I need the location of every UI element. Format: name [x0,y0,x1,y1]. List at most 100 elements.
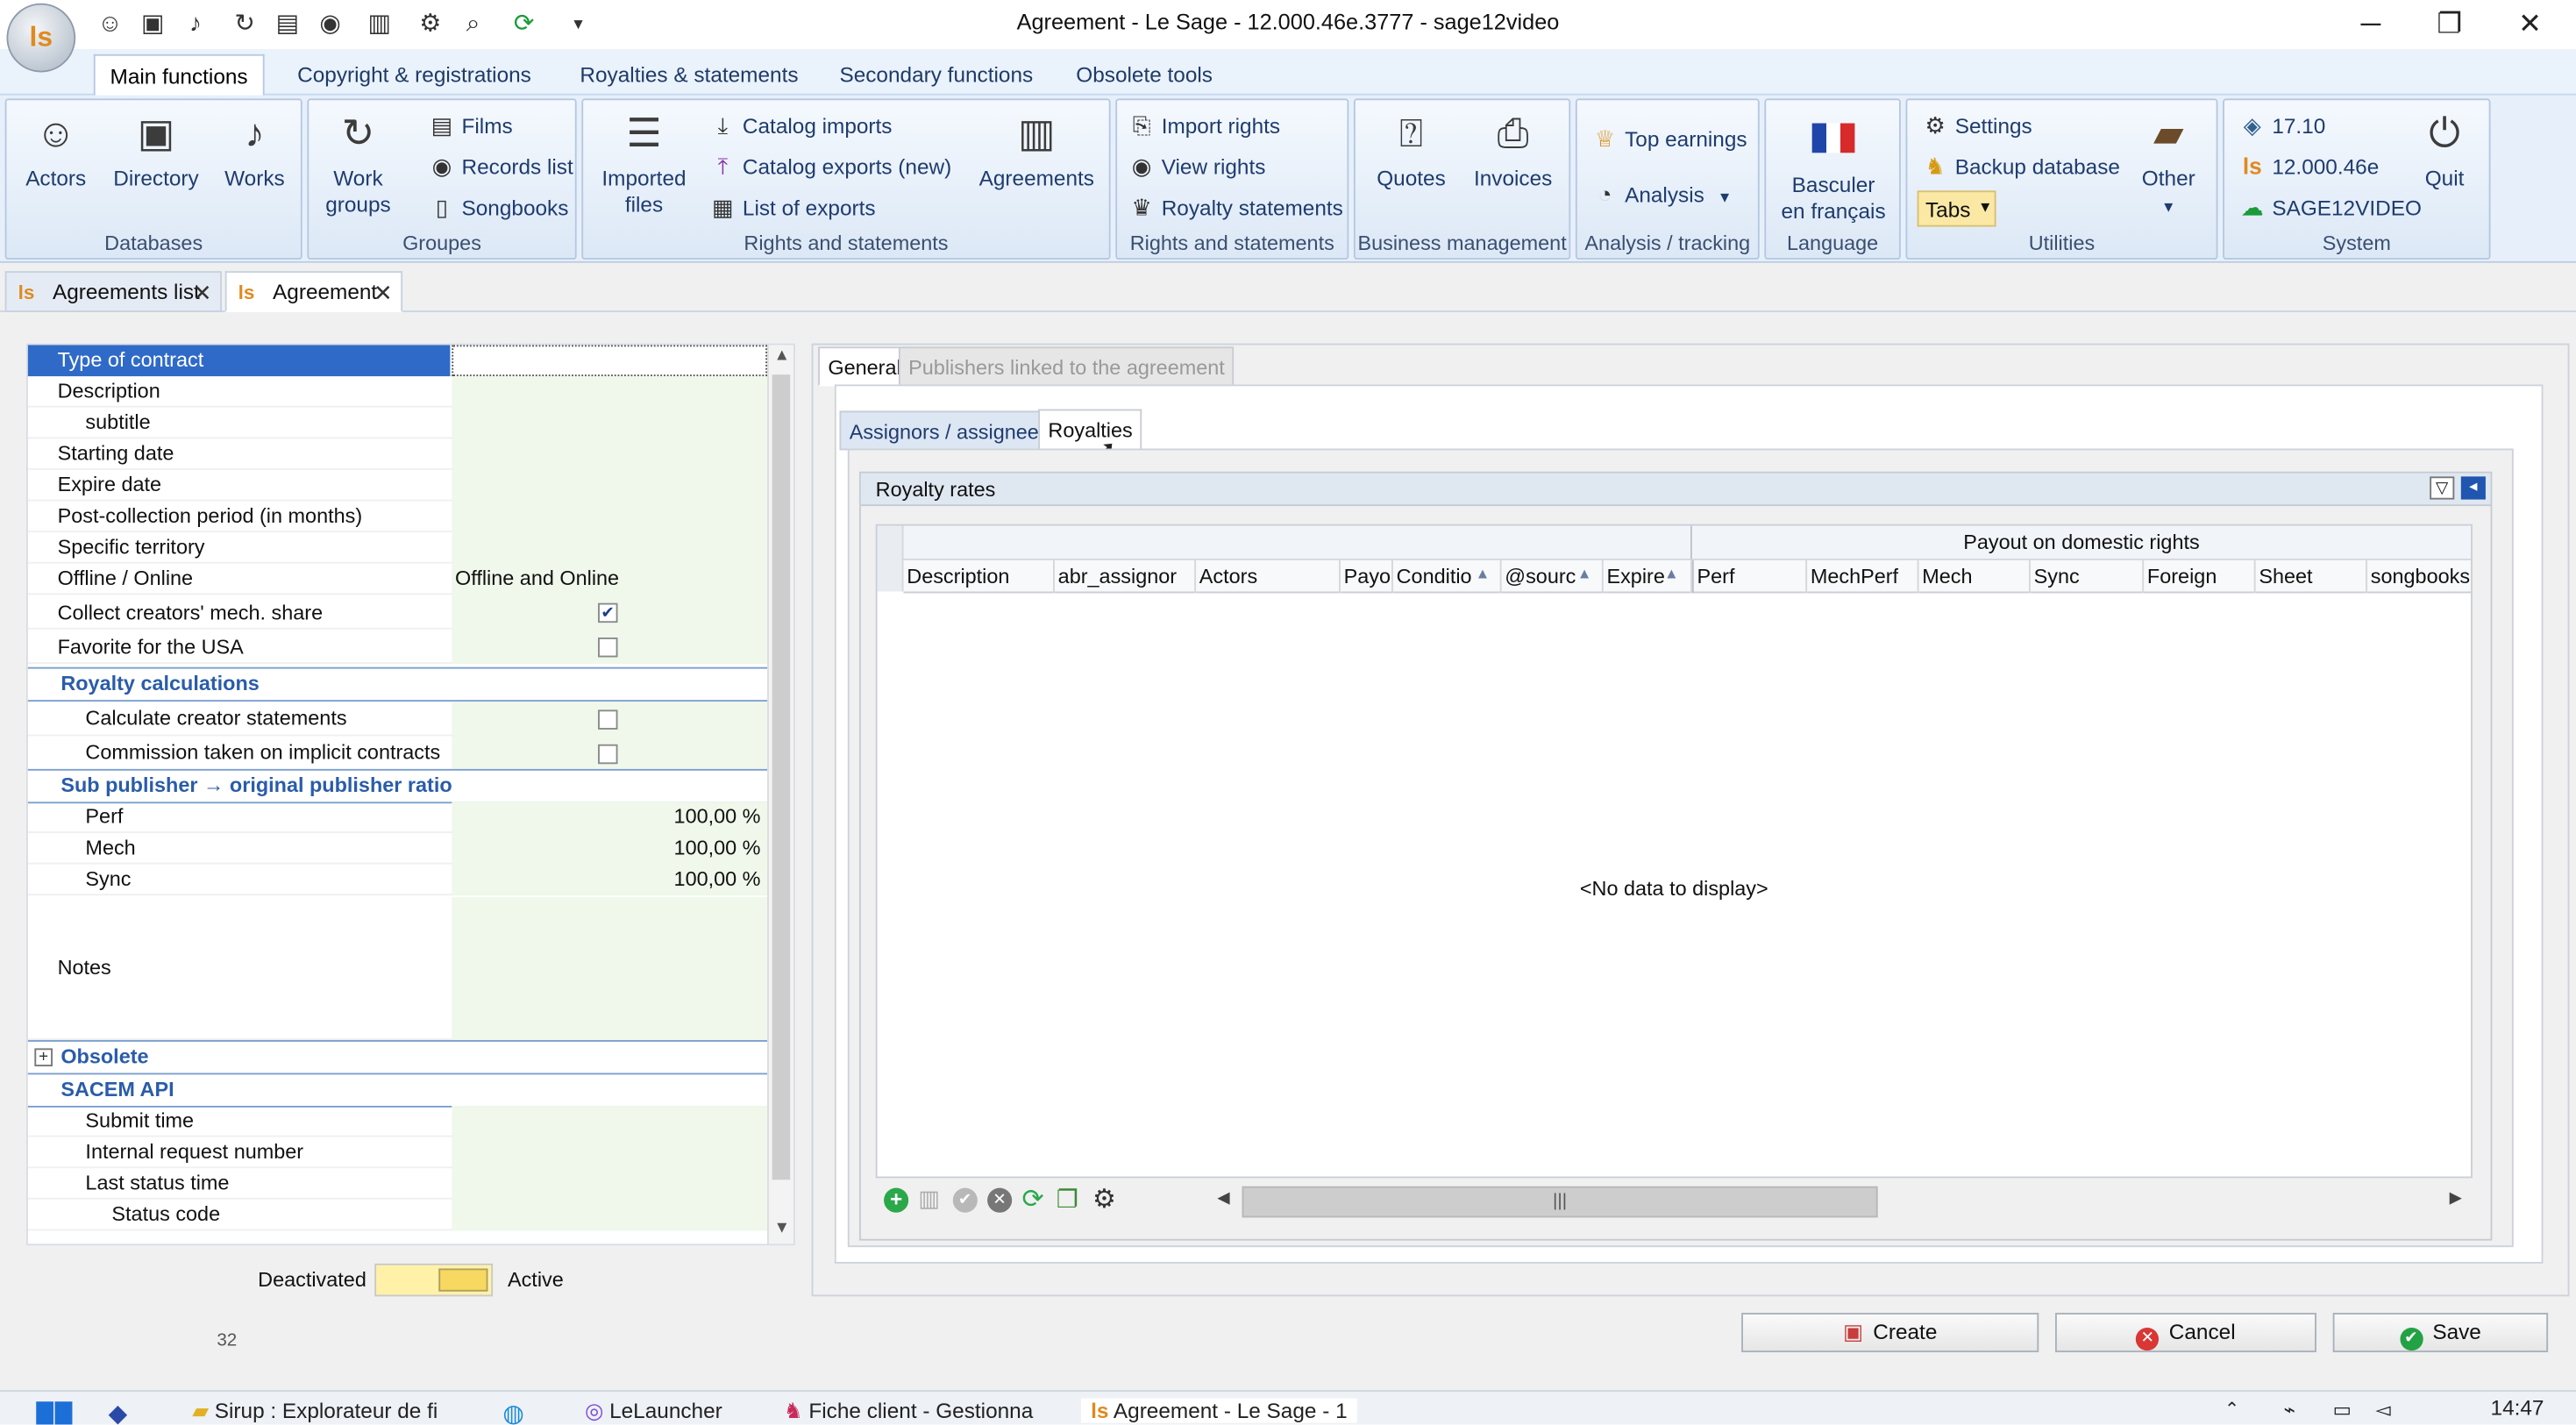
imported-files-button[interactable]: ☰ Imported files [593,110,694,219]
analysis-dropdown[interactable]: ◔ Analysis ▼ [1590,175,1733,211]
scroll-thumb[interactable]: ||| [1242,1186,1878,1218]
status-code-field[interactable] [452,1199,768,1231]
volume-icon[interactable]: ◅ [2375,1399,2390,1421]
active-toggle[interactable] [374,1263,494,1297]
cancel-edit-icon[interactable]: ✕ [987,1187,1013,1213]
prop-description[interactable]: Description [27,376,768,408]
gear-icon[interactable]: ⚙ [1092,1183,1116,1215]
films-button[interactable]: ▤ Films [427,107,513,143]
starting-date-field[interactable] [452,438,768,470]
col-songbooks[interactable]: songbooks [2367,560,2471,593]
add-row-icon[interactable]: + [884,1187,909,1213]
prop-submit-time[interactable]: Submit time [27,1106,768,1137]
last-status-time-field[interactable] [452,1168,768,1200]
doc-tab-agreements-list[interactable]: ls Agreements list ✕ [4,271,222,313]
work-groups-button[interactable]: ↻ Work groups [316,110,401,219]
collect-creators-checkbox[interactable]: ✔ [598,602,618,623]
minimize-button[interactable]: ─ [2333,4,2409,46]
prop-collect-creators[interactable]: Collect creators' mech. share ✔ [27,595,768,630]
prop-starting-date[interactable]: Starting date [27,438,768,470]
cancel-button[interactable]: ✕ Cancel [2054,1313,2316,1353]
tab-obsolete-tools[interactable]: Obsolete tools [1061,54,1227,96]
tab-main-functions[interactable]: Main functions [93,53,265,96]
close-icon[interactable]: ✕ [193,273,212,312]
confirm-icon[interactable]: ✔ [952,1187,978,1213]
section-obsolete[interactable]: + Obsolete [27,1040,768,1075]
col-mech[interactable]: Mech [1918,559,2031,594]
tabs-dropdown[interactable]: Tabs ▼ [1917,190,1996,227]
col-description[interactable]: Description [904,559,1055,594]
quit-button[interactable]: ⏻ Quit [2405,110,2484,193]
close-window-button[interactable]: ✕ [2492,4,2567,46]
tab-general[interactable]: General [818,346,911,387]
catalog-exports-button[interactable]: ⤒ Catalog exports (new) [708,148,952,184]
records-list-button[interactable]: ◉ Records list [427,148,573,184]
tab-secondary-functions[interactable]: Secondary functions [825,54,1048,96]
tab-copyright-registrations[interactable]: Copyright & registrations [282,54,545,96]
copy-icon[interactable]: ❐ [1057,1185,1078,1215]
submit-time-field[interactable] [452,1106,768,1137]
catalog-imports-button[interactable]: ⤓ Catalog imports [708,107,893,143]
collapse-panel-icon[interactable]: ◂ [2460,476,2486,500]
other-button[interactable]: ▰ Other ▼ [2124,110,2213,221]
restore-button[interactable]: ❐ [2412,4,2487,46]
prop-mech[interactable]: Mech 100,00 % [27,832,768,865]
delete-icon[interactable]: ▥ [918,1185,940,1213]
prop-subtitle[interactable]: subtitle [27,407,768,439]
prop-expire-date[interactable]: Expire date [27,469,768,502]
works-button[interactable]: ♪ Works [214,110,296,193]
songbooks-button[interactable]: ▯ Songbooks [427,189,569,224]
app-icon[interactable]: ◆ [109,1399,128,1424]
settings-button[interactable]: ⚙ Settings [1920,107,2032,143]
post-collection-field[interactable] [452,501,768,533]
prop-internal-request[interactable]: Internal request number [27,1136,768,1169]
scroll-up-icon[interactable]: ▲ [774,346,791,365]
invoices-button[interactable]: ⎙ Invoices [1463,110,1562,193]
close-icon[interactable]: ✕ [374,273,393,312]
save-button[interactable]: ✔ Save [2332,1313,2549,1353]
calc-creator-checkbox[interactable] [598,709,618,730]
view-rights-button[interactable]: ◉ View rights [1127,148,1266,184]
col-mechperf[interactable]: MechPerf [1807,559,1919,594]
prop-notes[interactable]: Notes [27,897,768,1041]
offline-online-field[interactable]: Offline and Online [452,563,768,595]
network-icon[interactable]: ⌁ [2283,1399,2295,1421]
scroll-thumb[interactable] [772,374,791,1180]
col-actors[interactable]: Actors [1196,559,1341,594]
type-of-contract-field[interactable] [452,345,768,377]
section-royalty-calculations[interactable]: Royalty calculations [27,666,768,702]
col-sheet[interactable]: Sheet [2256,559,2368,594]
section-sacem-api[interactable]: SACEM API [27,1072,768,1108]
tray-chevron-icon[interactable]: ⌃ [2224,1399,2239,1419]
filter-icon[interactable]: ▽ [2430,476,2455,500]
description-field[interactable] [452,376,768,408]
edge-icon[interactable]: ◍ [502,1399,524,1424]
mech-field[interactable]: 100,00 % [452,832,768,865]
prop-favorite-usa[interactable]: Favorite for the USA [27,629,768,664]
prop-sync[interactable]: Sync 100,00 % [27,864,768,896]
col-perf[interactable]: Perf [1691,559,1808,594]
sync-field[interactable]: 100,00 % [452,864,768,896]
property-scrollbar[interactable]: ▲ ▼ [767,345,793,1244]
quotes-button[interactable]: ⍰ Quotes [1365,110,1457,193]
taskbar-item-fiche[interactable]: ♞ Fiche client - Gestionna [784,1399,1034,1425]
col-abr-assignor[interactable]: abr_assignor [1055,559,1197,594]
horizontal-scrollbar[interactable]: ◀ ||| ▶ [1217,1185,2471,1221]
display-icon[interactable]: ▭ [2333,1399,2352,1421]
notes-field[interactable] [452,897,768,1041]
col-payout[interactable]: Payou [1341,559,1393,594]
list-of-exports-button[interactable]: ▦ List of exports [708,189,876,224]
section-sub-publisher[interactable]: Sub publisher → original publisher ratio [27,768,768,804]
actors-button[interactable]: ☺ Actors [13,110,98,193]
scroll-right-icon[interactable]: ▶ [2450,1190,2462,1208]
internal-request-field[interactable] [452,1136,768,1169]
prop-perf[interactable]: Perf 100,00 % [27,802,768,833]
top-earnings-button[interactable]: ♕ Top earnings [1590,120,1747,156]
tab-royalties-statements[interactable]: Royalties & statements [566,54,814,96]
taskbar-item-launcher[interactable]: ◎ LeLauncher [585,1399,722,1425]
prop-commission[interactable]: Commission taken on implicit contracts [27,736,768,771]
prop-specific-territory[interactable]: Specific territory [27,532,768,564]
scroll-left-icon[interactable]: ◀ [1217,1190,1229,1208]
specific-territory-field[interactable] [452,532,768,564]
app-logo[interactable]: ls [6,3,76,73]
